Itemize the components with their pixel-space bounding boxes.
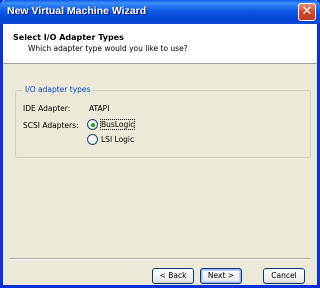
close-icon: ✕ xyxy=(301,4,313,19)
button-separator xyxy=(9,258,311,260)
ide-adapter-value: ATAPI xyxy=(89,104,110,113)
cancel-button[interactable]: Cancel xyxy=(263,268,305,284)
close-button[interactable]: ✕ xyxy=(298,3,316,21)
lsi-logic-radio[interactable] xyxy=(87,134,98,145)
buslogic-label[interactable]: BusLogic xyxy=(99,119,136,130)
buslogic-radio[interactable] xyxy=(87,119,98,130)
wizard-window: New Virtual Machine Wizard ✕ Select I/O … xyxy=(0,0,320,288)
group-legend: I/O adapter types xyxy=(23,85,93,94)
page-title: Select I/O Adapter Types xyxy=(13,33,124,42)
page-subtitle: Which adapter type would you like to use… xyxy=(28,44,188,53)
next-button[interactable]: Next > xyxy=(200,268,242,284)
title-bar[interactable]: New Virtual Machine Wizard ✕ xyxy=(0,0,320,24)
lsi-logic-label[interactable]: LSI Logic xyxy=(101,135,134,144)
scsi-adapters-label: SCSI Adapters: xyxy=(23,121,79,130)
window-title: New Virtual Machine Wizard xyxy=(7,5,147,17)
wizard-header: Select I/O Adapter Types Which adapter t… xyxy=(3,24,317,64)
ide-adapter-label: IDE Adapter: xyxy=(23,104,71,113)
back-button[interactable]: < Back xyxy=(152,268,194,284)
